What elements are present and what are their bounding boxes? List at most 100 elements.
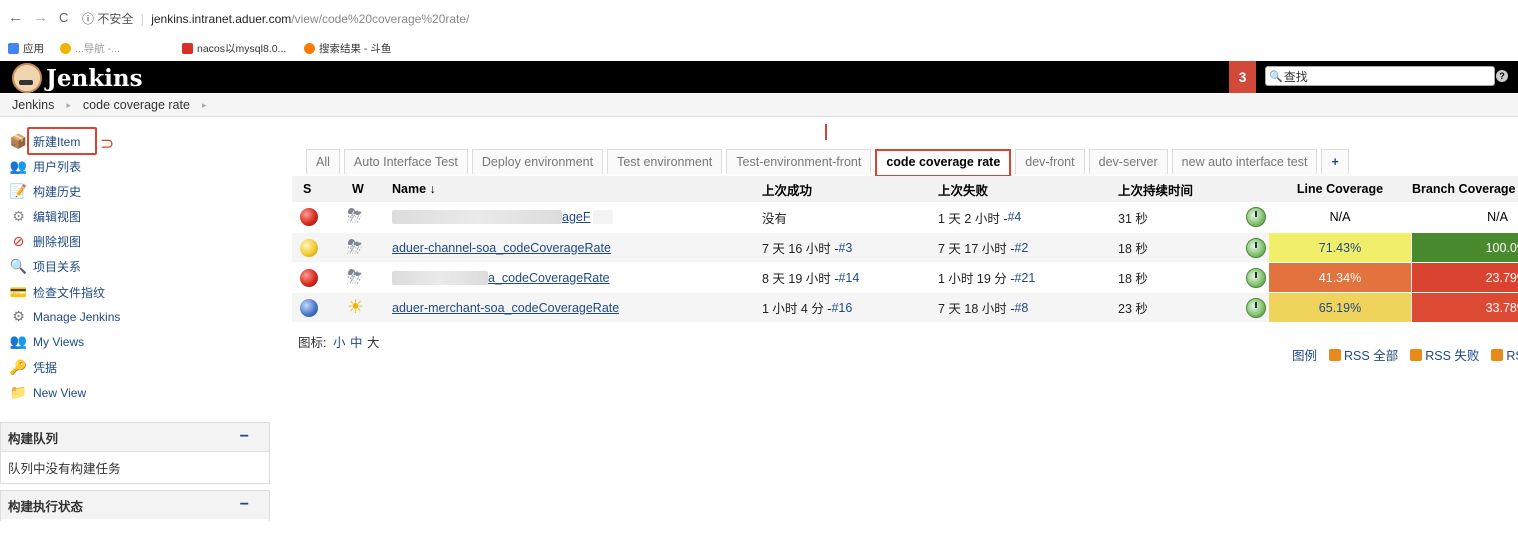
tab-dev-front[interactable]: dev-front [1015,149,1085,174]
duration-cell: 18 秒 [1118,242,1148,256]
line-coverage-cell: N/A [1329,210,1351,224]
task-new-view[interactable]: 📁 New View [10,385,86,400]
schedule-build-icon[interactable] [1246,207,1266,227]
coverage-link[interactable]: 33.78% [1486,301,1518,315]
col-name[interactable]: Name ↓ [392,176,436,202]
gear-icon: ⚙ [12,308,25,324]
build-queue-empty: 队列中没有构建任务 [1,451,269,483]
rss-links: 图例 RSS 全部 RSS 失败 RSS 最新 [1292,345,1518,364]
schedule-build-cell[interactable] [1246,293,1266,322]
job-link[interactable]: aduer-channel-soa_codeCoverageRate [392,241,611,255]
rss-icon [1329,348,1342,361]
last-success-cell: 1 小时 4 分 - #16 [762,300,853,317]
schedule-build-icon[interactable] [1246,267,1266,288]
search-box[interactable]: 🔍 查找 [1265,66,1495,86]
schedule-build-cell[interactable] [1246,263,1266,292]
rss-failed-link[interactable]: RSS 失败 [1410,345,1479,364]
job-name-cell[interactable]: aduer-merchant-soa_codeCoverageRate [392,293,619,322]
legend-link[interactable]: 图例 [1292,345,1317,364]
back-arrow-icon[interactable]: ← [8,10,23,26]
build-link[interactable]: #21 [1014,271,1035,285]
build-link[interactable]: #16 [831,301,852,315]
col-weather[interactable]: W [352,176,364,202]
weather-storm-icon: ⛈ [347,206,363,227]
tab-new-auto-interface-test[interactable]: new auto interface test [1171,149,1318,174]
folder-icon: 📁 [9,384,28,400]
edit-icon: ⚙ [12,208,25,224]
tab-dev-server[interactable]: dev-server [1088,149,1168,174]
icon-size-small[interactable]: 小 [333,336,346,350]
col-last-failure[interactable]: 上次失败 [938,176,988,202]
help-icon[interactable]: ? [1496,70,1508,82]
breadcrumb-view[interactable]: code coverage rate [83,98,190,112]
task-manage-jenkins[interactable]: ⚙ Manage Jenkins [10,309,120,324]
build-link[interactable]: #14 [838,271,859,285]
task-build-history[interactable]: 📝 构建历史 [10,183,81,200]
col-last-duration[interactable]: 上次持续时间 [1118,176,1193,202]
bookmark-douyu[interactable]: 搜索结果 - 斗鱼 [304,41,391,56]
job-name-cell[interactable]: ageF [392,202,613,232]
task-edit-view[interactable]: ⚙ 编辑视图 [10,208,81,225]
schedule-build-icon[interactable] [1246,237,1266,258]
col-line-coverage[interactable]: Line Coverage [1269,176,1411,202]
build-queue-header[interactable]: 构建队列 − [1,423,269,451]
last-failure-cell: 7 天 17 小时 - #2 [938,240,1029,257]
job-link[interactable]: a_codeCoverageRate [488,271,610,285]
task-users[interactable]: 👥 用户列表 [10,158,81,175]
notification-badge[interactable]: 3 [1229,61,1256,93]
collapse-icon[interactable]: − [240,496,249,514]
build-link[interactable]: #8 [1014,301,1028,315]
build-queue-pane: 构建队列 − 队列中没有构建任务 [0,422,270,484]
task-delete-view[interactable]: ⊘ 删除视图 [10,233,81,250]
task-my-views[interactable]: 👥 My Views [10,334,84,349]
status-ball [300,202,318,232]
executor-status-pane: 构建执行状态 − [0,490,270,521]
col-last-success[interactable]: 上次成功 [762,176,812,202]
last-failure-cell: 1 小时 19 分 - #21 [938,270,1036,287]
schedule-build-icon[interactable] [1246,297,1266,318]
tab-all[interactable]: All [306,149,340,174]
tab-code-coverage-rate[interactable]: code coverage rate [875,149,1012,177]
bookmark-nav[interactable]: ...导航 -... [60,41,120,56]
coverage-link[interactable]: 65.19% [1319,301,1361,315]
coverage-link[interactable]: 71.43% [1319,241,1361,255]
tab-test-environment[interactable]: Test environment [607,149,723,174]
coverage-link[interactable]: 100.0% [1486,241,1518,255]
icon-size-medium[interactable]: 中 [350,336,363,350]
executor-status-header[interactable]: 构建执行状态 − [1,491,269,519]
col-status[interactable]: S [303,176,311,202]
collapse-icon[interactable]: − [240,428,249,446]
job-name-cell[interactable]: aduer-channel-soa_codeCoverageRate [392,233,611,262]
status-blue-icon [300,298,318,317]
rss-all-link[interactable]: RSS 全部 [1329,345,1398,364]
tab-auto-interface-test[interactable]: Auto Interface Test [343,149,468,174]
build-link[interactable]: #4 [1007,210,1021,224]
url-field[interactable]: ⓘ 不安全 | jenkins.intranet.aduer.com/view/… [82,9,469,29]
icon-size-large[interactable]: 大 [367,336,380,350]
breadcrumb-jenkins[interactable]: Jenkins [12,98,54,112]
task-fingerprint[interactable]: 💳 检查文件指纹 [10,284,105,301]
tab-deploy-environment[interactable]: Deploy environment [471,149,604,174]
build-link[interactable]: #3 [838,241,852,255]
breadcrumb-separator-icon: ▸ [66,99,71,110]
coverage-link[interactable]: 23.79% [1486,271,1518,285]
build-link[interactable]: #2 [1014,241,1028,255]
new-item-icon: 📦 [9,133,28,149]
col-branch-coverage[interactable]: Branch Coverage [1412,176,1518,202]
tab-test-environment-front[interactable]: Test-environment-front [726,149,872,174]
reload-icon[interactable]: C [59,10,68,26]
task-credentials[interactable]: 🔑 凭据 [10,359,57,376]
rss-latest-link[interactable]: RSS 最新 [1491,345,1518,364]
job-link[interactable]: ageF [562,210,591,224]
add-view-tab[interactable]: + [1321,149,1349,174]
jenkins-logo[interactable]: Jenkins [12,63,143,93]
schedule-build-cell[interactable] [1246,202,1266,232]
task-project-relationship[interactable]: 🔍 项目关系 [10,258,81,275]
forward-arrow-icon[interactable]: → [33,10,48,26]
job-name-cell[interactable]: a_codeCoverageRate [392,263,610,292]
coverage-link[interactable]: 41.34% [1319,271,1361,285]
job-link[interactable]: aduer-merchant-soa_codeCoverageRate [392,301,619,315]
bookmark-apps[interactable]: 应用 [8,41,44,56]
schedule-build-cell[interactable] [1246,233,1266,262]
bookmark-nacos[interactable]: nacos以mysql8.0... [182,41,286,56]
